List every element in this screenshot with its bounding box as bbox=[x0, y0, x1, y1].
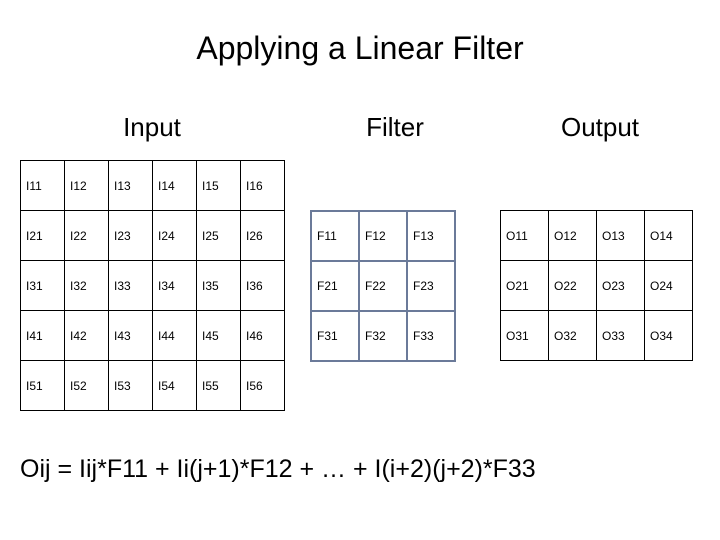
cell: I51 bbox=[21, 361, 65, 411]
cell: I53 bbox=[109, 361, 153, 411]
cell: I41 bbox=[21, 311, 65, 361]
cell: O23 bbox=[597, 261, 645, 311]
cell: I12 bbox=[65, 161, 109, 211]
cell: I14 bbox=[153, 161, 197, 211]
cell: I34 bbox=[153, 261, 197, 311]
cell: I45 bbox=[197, 311, 241, 361]
cell: I35 bbox=[197, 261, 241, 311]
cell: I16 bbox=[241, 161, 285, 211]
cell: O21 bbox=[501, 261, 549, 311]
label-filter: Filter bbox=[310, 112, 480, 143]
cell: O12 bbox=[549, 211, 597, 261]
table-row: O31 O32 O33 O34 bbox=[501, 311, 693, 361]
output-grid: O11 O12 O13 O14 O21 O22 O23 O24 O31 O32 … bbox=[500, 210, 693, 361]
table-row: I11 I12 I13 I14 I15 I16 bbox=[21, 161, 285, 211]
cell: I23 bbox=[109, 211, 153, 261]
table-row: O11 O12 O13 O14 bbox=[501, 211, 693, 261]
cell: O32 bbox=[549, 311, 597, 361]
cell: I22 bbox=[65, 211, 109, 261]
slide-title: Applying a Linear Filter bbox=[0, 30, 720, 67]
cell: I52 bbox=[65, 361, 109, 411]
cell: I11 bbox=[21, 161, 65, 211]
cell: I26 bbox=[241, 211, 285, 261]
cell: I15 bbox=[197, 161, 241, 211]
cell: F21 bbox=[311, 261, 359, 311]
table-row: O21 O22 O23 O24 bbox=[501, 261, 693, 311]
cell: O31 bbox=[501, 311, 549, 361]
cell: F32 bbox=[359, 311, 407, 361]
table-row: I41 I42 I43 I44 I45 I46 bbox=[21, 311, 285, 361]
cell: O11 bbox=[501, 211, 549, 261]
slide: Applying a Linear Filter Input Filter Ou… bbox=[0, 0, 720, 540]
table-row: I21 I22 I23 I24 I25 I26 bbox=[21, 211, 285, 261]
cell: O24 bbox=[645, 261, 693, 311]
cell: I25 bbox=[197, 211, 241, 261]
cell: O13 bbox=[597, 211, 645, 261]
cell: F11 bbox=[311, 211, 359, 261]
table-row: F31 F32 F33 bbox=[311, 311, 455, 361]
cell: I43 bbox=[109, 311, 153, 361]
label-output: Output bbox=[500, 112, 700, 143]
cell: I31 bbox=[21, 261, 65, 311]
input-grid: I11 I12 I13 I14 I15 I16 I21 I22 I23 I24 … bbox=[20, 160, 285, 411]
cell: I44 bbox=[153, 311, 197, 361]
cell: F13 bbox=[407, 211, 455, 261]
equation: Oij = Iij*F11 + Ii(j+1)*F12 + … + I(i+2)… bbox=[20, 455, 700, 484]
cell: I13 bbox=[109, 161, 153, 211]
cell: I56 bbox=[241, 361, 285, 411]
cell: F22 bbox=[359, 261, 407, 311]
table-row: I31 I32 I33 I34 I35 I36 bbox=[21, 261, 285, 311]
cell: I55 bbox=[197, 361, 241, 411]
cell: I36 bbox=[241, 261, 285, 311]
cell: F31 bbox=[311, 311, 359, 361]
cell: I21 bbox=[21, 211, 65, 261]
cell: F12 bbox=[359, 211, 407, 261]
cell: I24 bbox=[153, 211, 197, 261]
cell: I32 bbox=[65, 261, 109, 311]
cell: O14 bbox=[645, 211, 693, 261]
cell: F23 bbox=[407, 261, 455, 311]
cell: I54 bbox=[153, 361, 197, 411]
cell: I42 bbox=[65, 311, 109, 361]
cell: F33 bbox=[407, 311, 455, 361]
label-input: Input bbox=[20, 112, 284, 143]
table-row: F11 F12 F13 bbox=[311, 211, 455, 261]
cell: I33 bbox=[109, 261, 153, 311]
cell: O33 bbox=[597, 311, 645, 361]
table-row: F21 F22 F23 bbox=[311, 261, 455, 311]
table-row: I51 I52 I53 I54 I55 I56 bbox=[21, 361, 285, 411]
cell: I46 bbox=[241, 311, 285, 361]
filter-grid: F11 F12 F13 F21 F22 F23 F31 F32 F33 bbox=[310, 210, 456, 362]
cell: O22 bbox=[549, 261, 597, 311]
cell: O34 bbox=[645, 311, 693, 361]
